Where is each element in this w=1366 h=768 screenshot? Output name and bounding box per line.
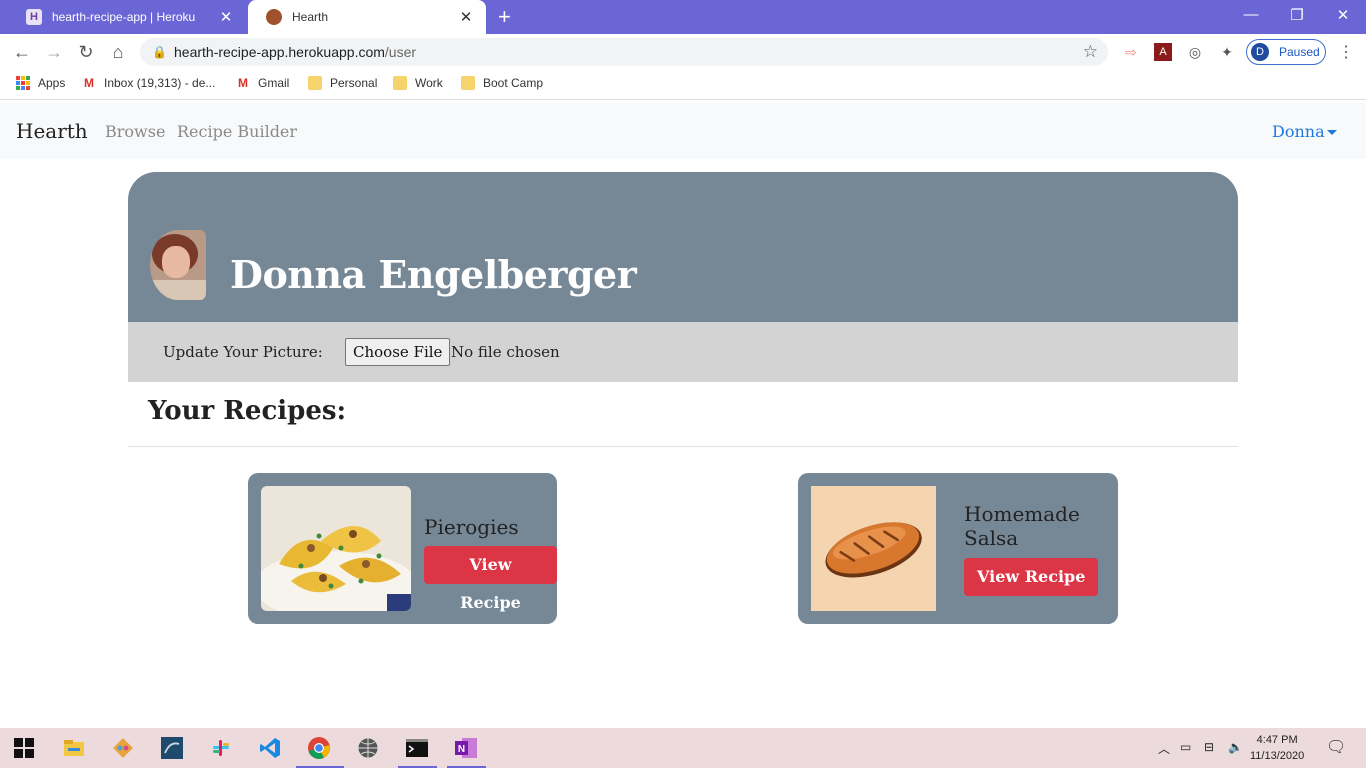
picture-upload: Update Your Picture: Choose File No file…	[128, 322, 1238, 382]
volume-icon[interactable]: 🔈	[1228, 740, 1243, 754]
bookmark-label: Apps	[38, 76, 66, 90]
no-file-text: No file chosen	[451, 343, 560, 361]
onenote-icon[interactable]: N	[454, 736, 478, 760]
choose-file-button[interactable]: Choose File	[345, 338, 451, 366]
heroku-icon: H	[26, 9, 42, 25]
back-icon[interactable]: ←	[10, 40, 34, 64]
bread-loaf-illustration	[811, 486, 936, 611]
recipe-name: Homemade Salsa	[964, 502, 1080, 550]
bookmark-label: Boot Camp	[483, 76, 544, 90]
chevron-up-icon[interactable]: ︿	[1158, 740, 1170, 757]
browser-tab-bar: H hearth-recipe-app | Heroku ✕ Hearth ✕ …	[0, 0, 1366, 34]
profile-status: Paused	[1279, 45, 1320, 59]
url-path: /user	[384, 44, 417, 60]
close-tab-icon[interactable]: ✕	[458, 8, 474, 26]
nav-recipe-builder[interactable]: Recipe Builder	[177, 122, 297, 141]
address-bar[interactable]: 🔒 hearth-recipe-app.herokuapp.com/user ☆	[140, 38, 1108, 66]
chrome-icon[interactable]	[307, 736, 331, 760]
url-host: hearth-recipe-app.herokuapp.com	[174, 44, 385, 60]
profile-name: Donna Engelberger	[230, 252, 637, 297]
folder-icon	[393, 76, 407, 90]
bookmark-label: Work	[415, 76, 443, 90]
puzzle-icon[interactable]: ✦	[1218, 43, 1236, 61]
restore-icon[interactable]: ❐	[1274, 6, 1320, 24]
recipe-name: Pierogies	[424, 515, 519, 539]
tab-hearth[interactable]: Hearth ✕	[248, 0, 486, 34]
windows-taskbar: N ︿ ▭ ⊟ 🔈 4:47 PM 11/13/2020 🗨	[0, 728, 1366, 768]
tab-title: hearth-recipe-app | Heroku	[52, 10, 196, 24]
tab-heroku[interactable]: H hearth-recipe-app | Heroku ✕	[8, 0, 246, 34]
gmail-icon: M	[238, 76, 248, 90]
menu-icon[interactable]: ⋮	[1338, 42, 1354, 62]
bookmark-apps[interactable]: Apps	[16, 76, 65, 90]
network-icon[interactable]: ⊟	[1204, 740, 1214, 754]
bookmark-inbox[interactable]: M Inbox (19,313) - de...	[82, 76, 215, 90]
clock-date: 11/13/2020	[1250, 750, 1305, 762]
svg-text:N: N	[458, 744, 465, 755]
browser-toolbar: ← → ↻ ⌂ 🔒 hearth-recipe-app.herokuapp.co…	[0, 34, 1366, 70]
user-menu-label: Donna	[1272, 122, 1325, 141]
profile-header: Donna Engelberger	[128, 172, 1238, 322]
bookmark-work[interactable]: Work	[393, 76, 443, 90]
folder-icon	[461, 76, 475, 90]
site-navbar: Hearth Browse Recipe Builder Donna	[0, 103, 1366, 159]
terminal-icon[interactable]	[405, 736, 429, 760]
bread-favicon-icon	[266, 9, 282, 25]
bookmark-gmail[interactable]: M Gmail	[236, 76, 289, 90]
user-menu[interactable]: Donna	[1272, 122, 1337, 141]
clock-time: 4:47 PM	[1256, 734, 1298, 746]
bookmark-label: Personal	[330, 76, 378, 90]
close-window-icon[interactable]: ✕	[1320, 6, 1366, 24]
bookmark-personal[interactable]: Personal	[308, 76, 377, 90]
bookmark-star-icon[interactable]: ☆	[1083, 42, 1098, 62]
lock-icon: 🔒	[152, 45, 167, 59]
folder-icon	[308, 76, 322, 90]
minimize-icon[interactable]: —	[1228, 6, 1274, 23]
divider	[128, 446, 1238, 447]
pdf-extension-icon[interactable]: A	[1154, 43, 1172, 61]
vscode-icon[interactable]	[258, 736, 282, 760]
windows-start-icon[interactable]	[14, 736, 38, 760]
caret-down-icon	[1326, 130, 1337, 135]
view-recipe-button[interactable]: View Recipe	[424, 546, 557, 612]
reload-icon[interactable]: ↻	[74, 40, 98, 64]
pierogies-photo	[261, 486, 411, 611]
home-icon[interactable]: ⌂	[106, 40, 130, 64]
notifications-icon[interactable]: 🗨	[1326, 737, 1346, 757]
extension-arrow-icon[interactable]: ⇨	[1122, 43, 1140, 61]
mysql-workbench-icon[interactable]	[160, 736, 184, 760]
close-tab-icon[interactable]: ✕	[218, 8, 234, 26]
profile-button[interactable]: D Paused	[1246, 39, 1326, 65]
system-clock[interactable]: 4:47 PM 11/13/2020	[1250, 732, 1304, 764]
bookmark-boot-camp[interactable]: Boot Camp	[461, 76, 543, 90]
git-client-icon[interactable]	[111, 736, 135, 760]
battery-icon[interactable]: ▭	[1180, 740, 1191, 754]
new-tab-icon[interactable]: +	[498, 4, 511, 30]
site-brand[interactable]: Hearth	[16, 119, 88, 143]
bookmark-label: Gmail	[258, 76, 290, 90]
forward-icon[interactable]: →	[42, 40, 66, 64]
view-recipe-button[interactable]: View Recipe	[964, 558, 1099, 596]
extension-circle-icon[interactable]: ◎	[1186, 43, 1204, 61]
file-explorer-icon[interactable]	[62, 736, 86, 760]
tab-title: Hearth	[292, 10, 329, 24]
slack-icon[interactable]	[209, 736, 233, 760]
bookmarks-bar: Apps M Inbox (19,313) - de... M Gmail Pe…	[0, 70, 1366, 100]
recipe-card: Pierogies View Recipe	[248, 473, 557, 624]
bookmark-label: Inbox (19,313) - de...	[104, 76, 216, 90]
avatar: D	[1251, 43, 1269, 61]
profile-photo	[150, 230, 206, 300]
apps-grid-icon	[16, 76, 30, 90]
gmail-icon: M	[84, 76, 94, 90]
network-globe-icon[interactable]	[356, 736, 380, 760]
recipes-heading: Your Recipes:	[148, 396, 347, 426]
recipe-card: Homemade Salsa View Recipe	[798, 473, 1118, 624]
upload-label: Update Your Picture:	[163, 343, 323, 361]
nav-browse[interactable]: Browse	[105, 122, 165, 141]
